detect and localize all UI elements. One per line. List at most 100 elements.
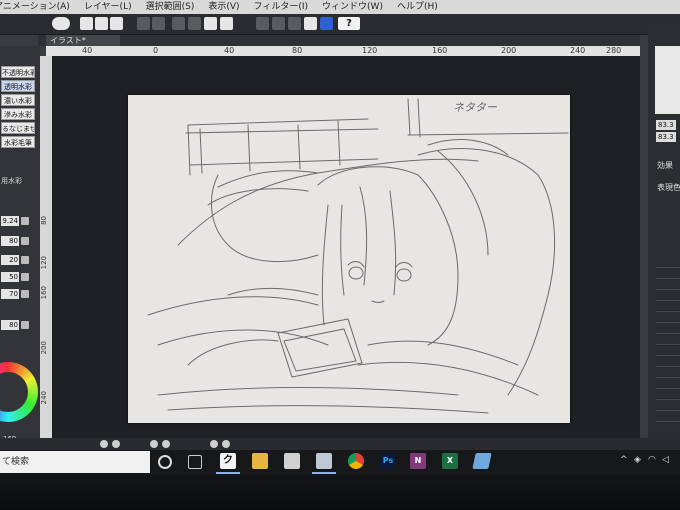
monitor: アニメーション(A) レイヤー(L) 選択範囲(S) 表示(V) フィルター(I) ウィン… bbox=[0, 0, 680, 510]
ruler-tick: 200 bbox=[40, 341, 48, 355]
tray-expand-icon[interactable]: ^ bbox=[620, 455, 628, 465]
pen-icon[interactable] bbox=[320, 17, 333, 30]
rotate-icon[interactable] bbox=[162, 440, 170, 448]
flip-icon[interactable] bbox=[222, 440, 230, 448]
menu-view[interactable]: 表示(V) bbox=[208, 0, 239, 14]
brush-opaque-watercolor[interactable]: 不透明水彩 bbox=[1, 66, 35, 78]
slider-knob[interactable] bbox=[21, 290, 29, 298]
chrome-icon[interactable] bbox=[348, 453, 364, 469]
task-view-icon[interactable] bbox=[188, 455, 202, 469]
paint-density-slider[interactable]: 50 bbox=[1, 272, 38, 282]
onenote-icon[interactable]: N bbox=[410, 453, 426, 469]
ruler-left: 80 120 160 200 240 bbox=[40, 56, 52, 438]
handwritten-note: ネタター bbox=[453, 101, 497, 114]
redo-icon[interactable] bbox=[152, 17, 165, 30]
blend-value: 80 bbox=[1, 320, 19, 330]
slider-knob[interactable] bbox=[21, 256, 29, 264]
grid-icon[interactable] bbox=[220, 17, 233, 30]
tray-icon[interactable]: ◈ bbox=[634, 455, 641, 465]
brush-blend[interactable]: るなじませ bbox=[1, 122, 35, 134]
photoshop-icon[interactable]: Ps bbox=[380, 453, 396, 469]
document-tab[interactable]: イラスト* bbox=[46, 35, 120, 46]
rotate-icon[interactable] bbox=[150, 440, 158, 448]
brush-bleed-watercolor[interactable]: 滲み水彩 bbox=[1, 108, 35, 120]
zoom-in-icon[interactable] bbox=[112, 440, 120, 448]
new-file-icon[interactable] bbox=[80, 17, 93, 30]
opacity-slider[interactable]: 80 bbox=[1, 236, 38, 246]
slider-knob[interactable] bbox=[21, 321, 29, 329]
ruler-tick: 160 bbox=[432, 46, 448, 55]
slider-knob[interactable] bbox=[21, 237, 29, 245]
zoom-out-icon[interactable] bbox=[100, 440, 108, 448]
color-stretch-value: 70 bbox=[1, 289, 19, 299]
menu-help[interactable]: ヘルプ(H) bbox=[397, 0, 438, 14]
paint-icon[interactable] bbox=[316, 453, 332, 469]
slider-knob[interactable] bbox=[21, 273, 29, 281]
paint-amount-value: 20 bbox=[1, 255, 19, 265]
ruler-tick: 120 bbox=[40, 256, 48, 270]
opacity-value: 80 bbox=[1, 236, 19, 246]
menu-layer[interactable]: レイヤー(L) bbox=[84, 0, 132, 14]
ruler-tick: 80 bbox=[292, 46, 303, 55]
brush-transparent-watercolor[interactable]: 透明水彩 bbox=[1, 80, 35, 92]
ruler-tick: 200 bbox=[501, 46, 517, 55]
status-bar bbox=[0, 438, 680, 450]
slider-knob[interactable] bbox=[21, 217, 29, 225]
brush-size-slider[interactable]: 9.24 bbox=[1, 216, 38, 226]
document-tab-bar bbox=[38, 35, 640, 46]
cortana-icon[interactable] bbox=[158, 455, 172, 469]
grid-icon[interactable] bbox=[256, 17, 269, 30]
help-icon[interactable]: ? bbox=[338, 17, 360, 30]
navigator-zoom[interactable]: 83.3 bbox=[656, 120, 676, 130]
undo-icon[interactable] bbox=[137, 17, 150, 30]
save-icon[interactable] bbox=[110, 17, 123, 30]
expression-color-label: 表現色 bbox=[657, 183, 680, 192]
ruler-icon[interactable] bbox=[272, 17, 285, 30]
menu-selection[interactable]: 選択範囲(S) bbox=[146, 0, 195, 14]
color-stretch-slider[interactable]: 70 bbox=[1, 289, 38, 299]
ruler-tick: 0 bbox=[153, 46, 159, 55]
clip-studio-taskbar-icon[interactable]: ク bbox=[220, 453, 236, 469]
sketch-paper[interactable]: ネタター bbox=[128, 95, 570, 423]
ruler-icon[interactable] bbox=[304, 17, 317, 30]
blend-slider[interactable]: 80 bbox=[1, 320, 38, 330]
ruler-tick: 80 bbox=[40, 216, 48, 225]
ruler-tick: 120 bbox=[362, 46, 378, 55]
clip-studio-logo-icon[interactable] bbox=[52, 17, 70, 30]
menu-window[interactable]: ウィンドウ(W) bbox=[322, 0, 383, 14]
tool-property-label: 用水彩 bbox=[1, 177, 22, 185]
folder-icon[interactable] bbox=[252, 453, 268, 469]
navigator-zoom-secondary[interactable]: 83.3 bbox=[656, 132, 676, 142]
screen: アニメーション(A) レイヤー(L) 選択範囲(S) 表示(V) フィルター(I) ウィン… bbox=[0, 0, 680, 468]
book-icon[interactable] bbox=[472, 453, 492, 469]
brush-size-value: 9.24 bbox=[1, 216, 19, 226]
wifi-icon[interactable]: ◠ bbox=[648, 455, 656, 465]
transform-icon[interactable] bbox=[172, 17, 185, 30]
menu-filter[interactable]: フィルター(I) bbox=[254, 0, 309, 14]
taskbar-search-input[interactable]: て検索 bbox=[0, 451, 150, 473]
open-file-icon[interactable] bbox=[95, 17, 108, 30]
ruler-icon[interactable] bbox=[288, 17, 301, 30]
pencil-sketch bbox=[147, 98, 569, 414]
excel-icon[interactable]: X bbox=[442, 453, 458, 469]
layer-list[interactable] bbox=[656, 262, 680, 432]
effect-label: 効果 bbox=[657, 161, 673, 170]
crop-icon[interactable] bbox=[204, 17, 217, 30]
ruler-tick: 160 bbox=[40, 286, 48, 300]
volume-icon[interactable]: ◁ bbox=[662, 455, 669, 465]
menu-animation[interactable]: アニメーション(A) bbox=[0, 0, 70, 14]
paint-density-value: 50 bbox=[1, 272, 19, 282]
ruler-tick: 240 bbox=[40, 391, 48, 405]
paint-amount-slider[interactable]: 20 bbox=[1, 255, 38, 265]
command-bar: ? bbox=[0, 14, 680, 35]
ruler-tick: 40 bbox=[82, 46, 93, 55]
brush-dark-watercolor[interactable]: 濃い水彩 bbox=[1, 94, 35, 106]
brush-watercolor-brush[interactable]: 水彩毛筆 bbox=[1, 136, 35, 148]
menu-bar: アニメーション(A) レイヤー(L) 選択範囲(S) 表示(V) フィルター(I) ウィン… bbox=[0, 0, 680, 14]
mail-icon[interactable] bbox=[284, 453, 300, 469]
monitor-bezel bbox=[0, 474, 680, 510]
flip-icon[interactable] bbox=[210, 440, 218, 448]
fill-icon[interactable] bbox=[188, 17, 201, 30]
navigator-thumbnail[interactable] bbox=[655, 46, 680, 114]
ruler-tick: 240 bbox=[570, 46, 586, 55]
